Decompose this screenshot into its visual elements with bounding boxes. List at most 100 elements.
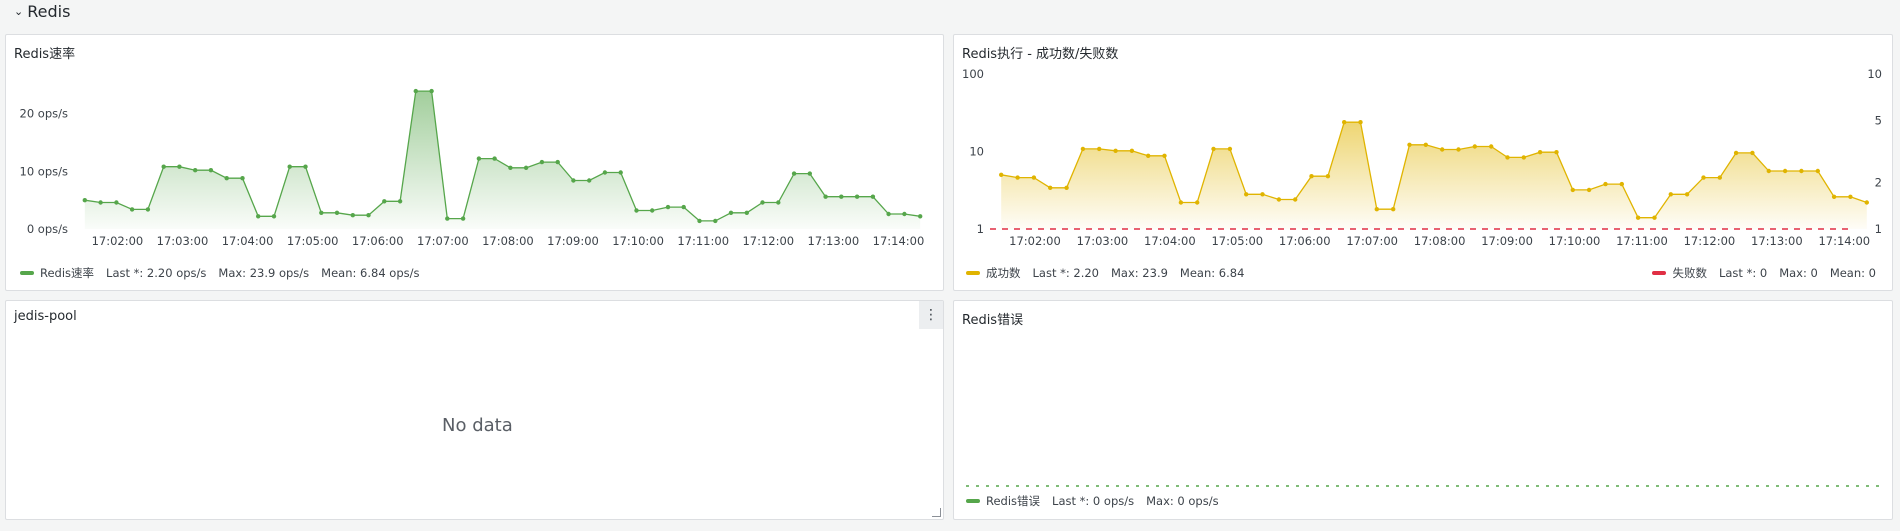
x-tick-label: 17:06:00 — [352, 234, 404, 248]
series-point — [334, 210, 340, 215]
series-point — [1586, 187, 1592, 193]
series-point — [902, 211, 907, 217]
legend-success[interactable]: 成功数 Last *: 2.20 Max: 23.9 Mean: 6.84 — [966, 265, 1244, 281]
legend[interactable]: Redis速率 Last *: 2.20 ops/s Max: 23.9 ops… — [20, 265, 420, 281]
series-point — [665, 204, 671, 210]
series-point — [1782, 168, 1788, 174]
series-point — [1489, 144, 1494, 149]
series-point — [177, 164, 182, 169]
series-point — [98, 200, 103, 205]
chevron-down-icon[interactable]: ⌄ — [14, 5, 23, 18]
panel-title: Redis错误 — [962, 313, 1024, 328]
series-point — [1635, 215, 1641, 220]
series-point — [1570, 187, 1575, 193]
series-point — [1521, 155, 1526, 160]
resize-handle-icon[interactable] — [932, 508, 941, 517]
x-tick-label: 17:03:00 — [157, 234, 209, 248]
series-point — [271, 214, 277, 219]
legend-fail[interactable]: 失败数 Last *: 0 Max: 0 Mean: 0 — [1652, 265, 1876, 281]
x-tick-label: 17:14:00 — [1818, 234, 1870, 248]
series-point — [1668, 192, 1673, 197]
y-right-tick-label: 5 — [1875, 114, 1882, 128]
series-point — [854, 194, 860, 199]
x-tick-label: 17:08:00 — [1414, 234, 1466, 248]
series-point — [1325, 174, 1331, 179]
errors-chart[interactable] — [954, 329, 1892, 489]
series-point — [303, 164, 308, 169]
series-point — [492, 156, 497, 161]
series-point — [807, 171, 812, 176]
panel-title: jedis-pool — [14, 309, 77, 324]
series-point — [1391, 207, 1396, 212]
legend-series-name: Redis错误 — [986, 494, 1041, 508]
y-tick-label: 100 — [962, 67, 984, 81]
series-point — [1505, 155, 1510, 160]
y-tick-label: 20 ops/s — [20, 107, 68, 121]
panel-jedis-pool: jedis-pool ⋮ No data — [5, 300, 944, 520]
series-point — [287, 164, 292, 169]
row-header-redis[interactable]: ⌄ Redis — [14, 0, 70, 22]
x-tick-label: 17:07:00 — [1346, 234, 1398, 248]
series-point — [1309, 174, 1314, 179]
legend-series-name: Redis速率 — [40, 266, 95, 280]
series-point — [208, 168, 214, 173]
series-point — [1244, 192, 1249, 197]
series-point — [839, 194, 844, 199]
series-point — [350, 213, 355, 218]
series-point — [460, 216, 466, 221]
series-point — [571, 178, 576, 183]
more-vertical-icon: ⋮ — [924, 307, 938, 323]
series-point — [918, 214, 923, 219]
series-point — [1472, 144, 1477, 149]
legend[interactable]: Redis错误 Last *: 0 ops/s Max: 0 ops/s — [966, 493, 1219, 509]
series-point — [1652, 215, 1657, 220]
legend-series-name: 成功数 — [986, 266, 1021, 280]
series-point — [681, 204, 686, 210]
x-tick-label: 17:12:00 — [1684, 234, 1736, 248]
series-point — [1178, 200, 1184, 205]
x-tick-label: 17:04:00 — [1144, 234, 1196, 248]
legend-last: Last *: 0 ops/s — [1052, 494, 1135, 508]
series-point — [1766, 168, 1771, 174]
series-point — [145, 207, 151, 212]
rate-chart[interactable]: 0 ops/s 10 ops/s 20 ops/s 17:02:00 17:03:00 1… — [6, 63, 943, 248]
series-area — [84, 91, 921, 229]
panel-menu-button[interactable]: ⋮ — [919, 301, 943, 329]
series-point — [523, 165, 529, 170]
series-point — [1815, 168, 1820, 174]
series-point — [1440, 147, 1445, 152]
series-point — [161, 164, 166, 169]
legend-max: Max: 23.9 — [1111, 266, 1168, 280]
x-tick-label: 17:03:00 — [1077, 234, 1129, 248]
series-point — [508, 165, 513, 170]
series-point — [445, 216, 450, 221]
legend-swatch — [20, 271, 34, 275]
panel-redis-exec: Redis执行 - 成功数/失败数 1 10 100 1 2 5 10 17:02:00 17:… — [953, 34, 1893, 291]
series-point — [999, 172, 1004, 177]
x-tick-label: 17:10:00 — [612, 234, 664, 248]
legend-last: Last *: 2.20 — [1032, 266, 1100, 280]
series-point — [602, 170, 608, 175]
series-point — [760, 200, 765, 205]
series-point — [1342, 120, 1347, 125]
exec-chart[interactable]: 1 10 100 1 2 5 10 17:02:00 17:03:00 17:04:00 17:05… — [954, 63, 1892, 248]
series-point — [1260, 192, 1265, 197]
series-point — [366, 213, 371, 218]
x-tick-label: 17:12:00 — [742, 234, 794, 248]
series-point — [1750, 150, 1755, 156]
x-tick-label: 17:11:00 — [1616, 234, 1668, 248]
series-point — [776, 200, 781, 205]
x-tick-label: 17:09:00 — [1481, 234, 1533, 248]
series-point — [713, 218, 718, 224]
series-point — [1080, 146, 1086, 152]
series-point — [1097, 146, 1102, 152]
series-point — [82, 198, 88, 203]
series-point — [1684, 192, 1690, 197]
series-area — [1001, 122, 1867, 229]
legend-last: Last *: 2.20 ops/s — [106, 266, 207, 280]
y-right-tick-label: 10 — [1867, 67, 1882, 81]
y-right-tick-label: 1 — [1875, 222, 1882, 236]
series-point — [1717, 175, 1722, 180]
series-point — [224, 176, 229, 181]
y-tick-label: 10 — [969, 145, 984, 159]
